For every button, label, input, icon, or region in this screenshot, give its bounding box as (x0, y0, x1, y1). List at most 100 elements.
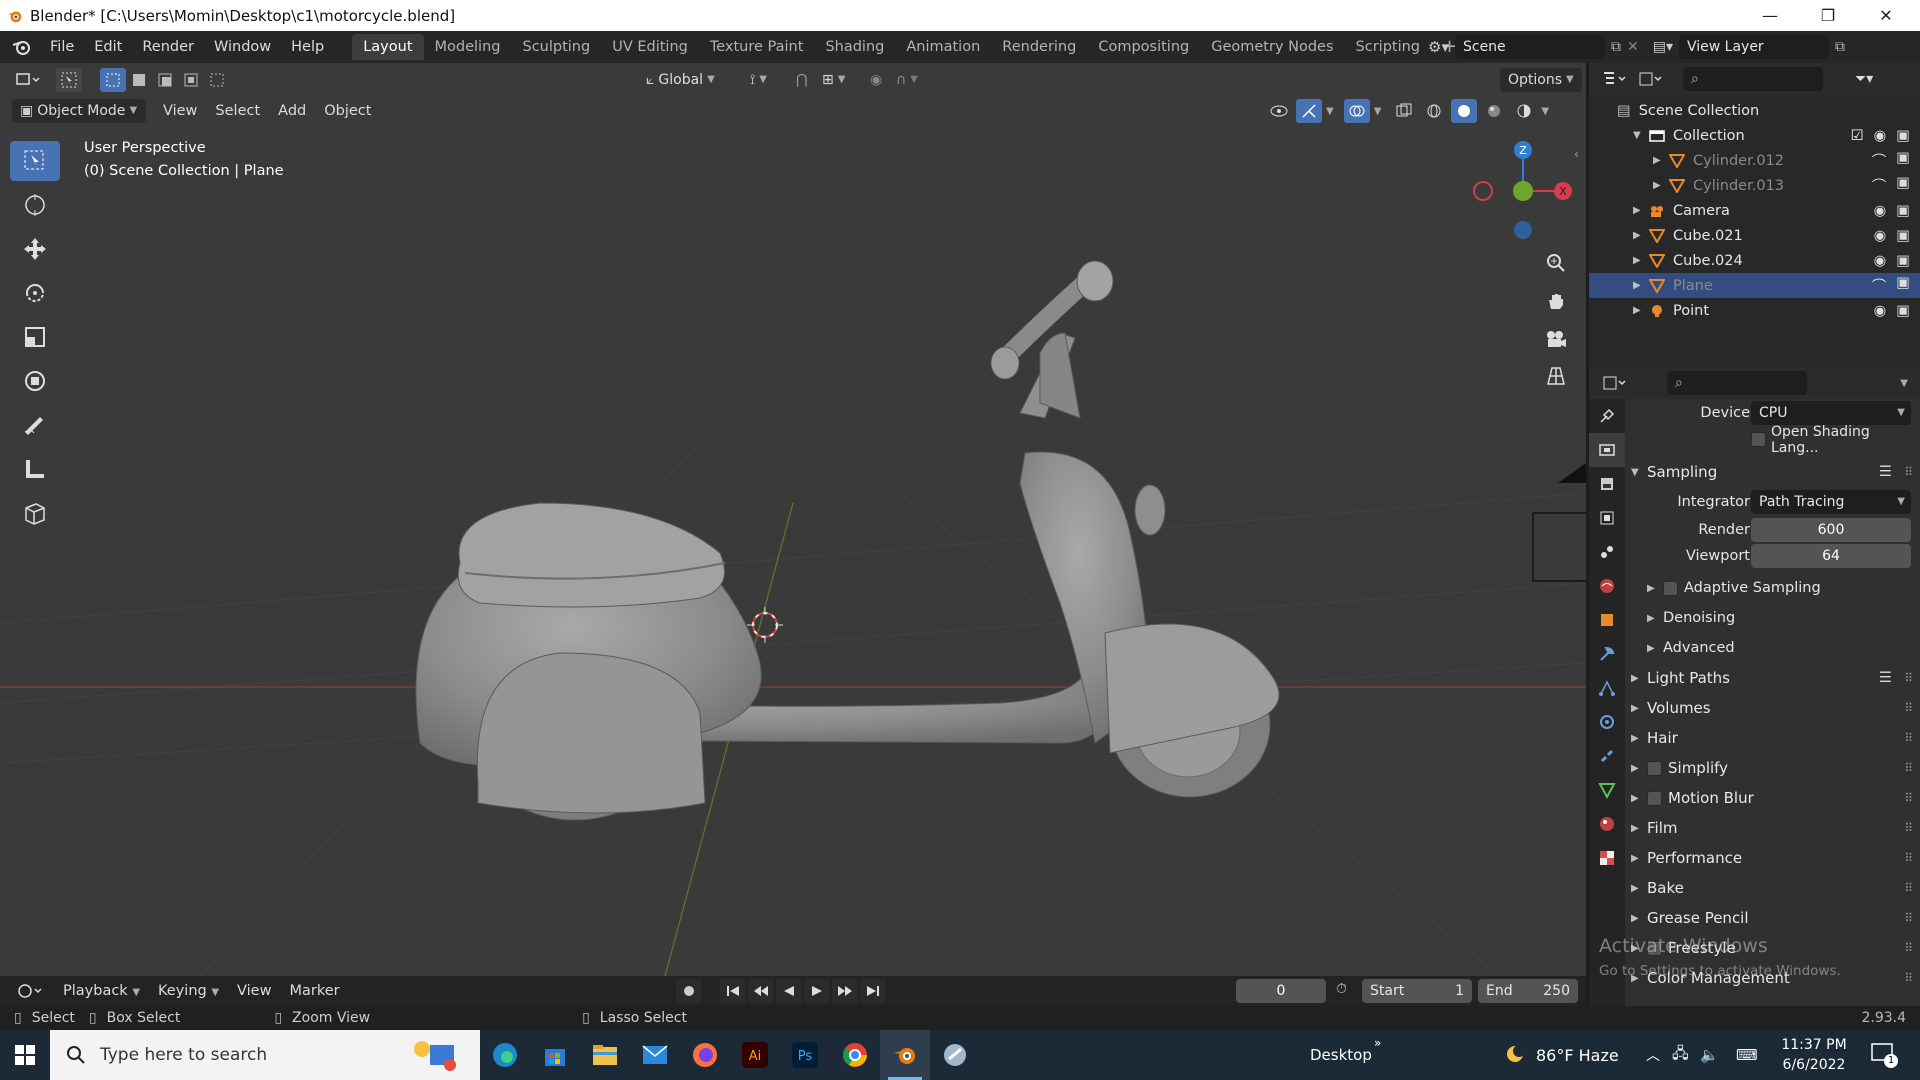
drag-handle-icon[interactable]: ⠿ (1904, 821, 1914, 835)
collapsed-triangle-icon[interactable]: ▶ (1633, 205, 1649, 216)
select-mode-intersect-icon[interactable] (204, 68, 230, 92)
panel-performance[interactable]: ▶ Performance ⠿ (1627, 843, 1920, 873)
tab-animation[interactable]: Animation (895, 34, 991, 60)
particles-tab-icon[interactable] (1589, 671, 1625, 705)
tab-shading[interactable]: Shading (814, 34, 895, 60)
drag-handle-icon[interactable]: ⠿ (1904, 731, 1914, 745)
viewport-menu-add[interactable]: Add (269, 99, 315, 123)
menu-file[interactable]: File (40, 31, 84, 63)
collapsed-triangle-icon[interactable]: ▶ (1633, 230, 1649, 241)
editor-type-icon[interactable] (10, 68, 46, 92)
outliner-item-cube-021[interactable]: ▶ Cube.021 ◉ ▣ (1589, 223, 1920, 248)
drag-handle-icon[interactable]: ⠿ (1904, 851, 1914, 865)
outliner-item-camera[interactable]: ▶ Camera ◉ ▣ (1589, 198, 1920, 223)
eye-icon[interactable]: ◉ (1874, 203, 1887, 219)
tab-texture-paint[interactable]: Texture Paint (699, 34, 815, 60)
drag-handle-icon[interactable]: ⠿ (1904, 791, 1914, 805)
options-dropdown[interactable]: Options ▼ (1500, 68, 1582, 92)
play-icon[interactable] (804, 979, 830, 1003)
drag-handle-icon[interactable]: ⠿ (1904, 941, 1914, 955)
jump-end-icon[interactable] (860, 979, 886, 1003)
chevron-down-icon[interactable]: ▼ (1541, 106, 1549, 117)
osl-checkbox[interactable] (1751, 432, 1766, 447)
maximize-button[interactable]: ❐ (1799, 0, 1857, 31)
menu-help[interactable]: Help (281, 31, 334, 63)
tab-uv-editing[interactable]: UV Editing (601, 34, 699, 60)
tab-modeling[interactable]: Modeling (424, 34, 512, 60)
zoom-view-icon[interactable] (1540, 247, 1572, 279)
exclude-checkbox-icon[interactable]: ☑ (1851, 128, 1864, 144)
viewport-menu-object[interactable]: Object (315, 99, 380, 123)
delete-scene-icon[interactable]: ✕ (1627, 39, 1639, 55)
sidebar-toggle-icon[interactable]: ‹ (1574, 147, 1579, 161)
collapsed-triangle-icon[interactable]: ▶ (1633, 280, 1649, 291)
tab-geometry-nodes[interactable]: Geometry Nodes (1200, 34, 1344, 60)
eye-icon[interactable]: ◉ (1874, 253, 1887, 269)
panel-enable-checkbox[interactable] (1647, 790, 1662, 806)
transform-orientation-dropdown[interactable]: ⟀ Global ▼ (638, 68, 723, 92)
camera-render-icon[interactable]: ▣ (1896, 128, 1910, 144)
object-mode-dropdown[interactable]: ▣ Object Mode ▼ (12, 99, 146, 123)
overlays-toggle-icon[interactable] (1343, 99, 1370, 123)
camera-render-icon[interactable]: ▣ (1896, 228, 1910, 244)
clock[interactable]: 11:37 PM 6/6/2022 (1774, 1035, 1854, 1075)
chevron-down-icon[interactable]: ▼ (1374, 106, 1382, 117)
taskbar-store[interactable] (530, 1030, 580, 1080)
sampling-panel-header[interactable]: ▼ Sampling ☰ ⠿ (1627, 457, 1920, 487)
select-box-tool[interactable] (10, 141, 60, 181)
new-view-layer-icon[interactable]: ⧉ (1835, 39, 1845, 55)
integrator-dropdown[interactable]: Path Tracing ▼ (1751, 490, 1911, 514)
panel-grease-pencil[interactable]: ▶ Grease Pencil ⠿ (1627, 903, 1920, 933)
panel-bake[interactable]: ▶ Bake ⠿ (1627, 873, 1920, 903)
shading-wireframe-icon[interactable] (1421, 99, 1447, 123)
collapsed-triangle-icon[interactable]: ▶ (1653, 155, 1669, 166)
outliner-item-point[interactable]: ▶ Point ◉ ▣ (1589, 298, 1920, 323)
properties-editor-type-icon[interactable] (1597, 371, 1633, 395)
camera-render-icon[interactable]: ▣ (1896, 150, 1910, 171)
auto-keying-icon[interactable] (676, 979, 702, 1003)
outliner-search-input[interactable]: ⌕ (1683, 67, 1823, 91)
select-mode-subtract-icon[interactable] (152, 68, 178, 92)
tab-rendering[interactable]: Rendering (991, 34, 1087, 60)
eye-icon[interactable]: ◉ (1874, 128, 1887, 144)
weather-text[interactable]: 86°F Haze (1536, 1046, 1619, 1065)
minimize-button[interactable]: — (1741, 0, 1799, 31)
shading-material-icon[interactable] (1481, 99, 1507, 123)
volume-icon[interactable]: 🔈 (1700, 1046, 1719, 1064)
toggle-perspective-grid-icon[interactable] (1540, 360, 1572, 392)
taskbar-file-explorer[interactable] (580, 1030, 630, 1080)
eye-icon[interactable]: ◉ (1874, 228, 1887, 244)
select-mode-new-icon[interactable] (100, 68, 126, 92)
tab-compositing[interactable]: Compositing (1087, 34, 1200, 60)
scene-selector-icon[interactable]: ⚙▾ (1428, 38, 1449, 56)
properties-search-input[interactable]: ⌕ (1667, 371, 1807, 395)
constraints-tab-icon[interactable] (1589, 739, 1625, 773)
camera-render-icon[interactable]: ▣ (1896, 303, 1910, 319)
weather-moon-icon[interactable] (1504, 1043, 1526, 1065)
notification-center-button[interactable]: 1 (1870, 1042, 1898, 1068)
taskbar-mail[interactable] (630, 1030, 680, 1080)
stopwatch-icon[interactable]: ⏱ (1336, 981, 1347, 997)
current-frame-field[interactable]: 0 (1236, 979, 1326, 1003)
modifier-tab-icon[interactable] (1589, 637, 1625, 671)
network-icon[interactable]: 🖧 (1672, 1043, 1689, 1068)
timeline-menu-view[interactable]: View (228, 979, 280, 1003)
outliner-item-cylinder-012[interactable]: ▶ Cylinder.012 ⌒ ▣ (1589, 148, 1920, 173)
scooter-model[interactable] (415, 260, 1280, 821)
outliner-item-collection[interactable]: ▼ Collection ☑ ◉ ▣ (1589, 123, 1920, 148)
panel-light-paths[interactable]: ▶ Light Paths ☰ ⠿ (1627, 663, 1920, 693)
expanded-triangle-icon[interactable]: ▼ (1633, 130, 1649, 141)
render-samples-field[interactable]: 600 (1751, 518, 1911, 542)
close-button[interactable]: ✕ (1857, 0, 1915, 31)
camera-object[interactable] (1532, 463, 1586, 582)
view-layer-selector-icon[interactable]: ▤▾ (1653, 39, 1673, 55)
pan-view-hand-icon[interactable] (1540, 285, 1572, 317)
presets-list-icon[interactable]: ☰ (1879, 464, 1892, 480)
taskbar-photoshop[interactable]: Ps (780, 1030, 830, 1080)
timeline-editor-type-icon[interactable] (12, 979, 48, 1003)
advanced-subpanel[interactable]: ▶ Advanced (1627, 633, 1920, 663)
3d-cursor-icon[interactable] (747, 607, 783, 643)
chevron-down-icon[interactable]: ▼ (1326, 106, 1334, 117)
play-reverse-icon[interactable] (776, 979, 802, 1003)
tab-sculpting[interactable]: Sculpting (511, 34, 601, 60)
